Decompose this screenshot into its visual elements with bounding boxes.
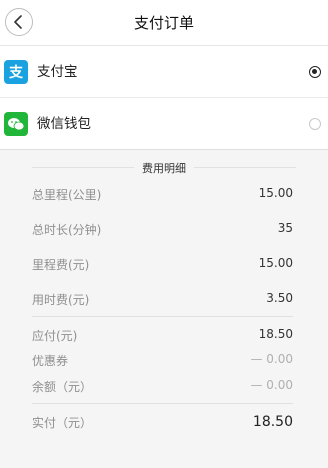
fee-details-heading: 费用明细	[0, 160, 328, 176]
detail-label: 里程费(元)	[32, 258, 90, 272]
summary-row-payable: 应付(元) 18.50	[32, 327, 293, 345]
divider	[32, 316, 293, 317]
payment-method-list: 支 支付宝 微信钱包	[0, 46, 328, 150]
detail-label: 用时费(元)	[32, 293, 90, 307]
svg-text:支: 支	[8, 64, 24, 81]
detail-value: 35	[277, 221, 293, 235]
detail-row-mileage-fee: 里程费(元) 15.00	[32, 256, 293, 274]
payment-order-page: 支付订单 支 支付宝 微信钱包 费用明细 总里程(公里) 15.00 总时长(分…	[0, 0, 328, 468]
header-bar: 支付订单	[0, 0, 328, 46]
total-row: 实付（元） 18.50	[32, 414, 293, 434]
fee-details-heading-text: 费用明细	[134, 162, 194, 175]
summary-value: — 0.00	[250, 378, 293, 392]
payment-option-label: 微信钱包	[37, 116, 91, 132]
page-title: 支付订单	[133, 14, 194, 32]
summary-row-balance: 余额（元） — 0.00	[32, 378, 293, 396]
payment-option-alipay[interactable]: 支 支付宝	[0, 46, 328, 98]
detail-label: 总里程(公里)	[32, 188, 102, 202]
total-value: 18.50	[252, 414, 293, 430]
alipay-icon: 支	[4, 60, 28, 84]
wechat-icon	[4, 112, 28, 136]
total-label: 实付（元）	[32, 416, 93, 430]
fee-details: 费用明细 总里程(公里) 15.00 总时长(分钟) 35 里程费(元) 15.…	[0, 150, 328, 468]
detail-value: 15.00	[258, 256, 293, 270]
radio-selected-alipay[interactable]	[309, 66, 321, 78]
detail-label: 总时长(分钟)	[32, 223, 102, 237]
summary-label: 余额（元）	[32, 380, 93, 394]
detail-value: 3.50	[266, 291, 293, 305]
detail-row-time-fee: 用时费(元) 3.50	[32, 291, 293, 309]
summary-row-coupon: 优惠券 — 0.00	[32, 352, 293, 370]
radio-unselected-wechat[interactable]	[309, 118, 321, 130]
payment-option-wechat[interactable]: 微信钱包	[0, 98, 328, 150]
summary-label: 优惠券	[32, 354, 69, 368]
payment-option-label: 支付宝	[37, 64, 78, 80]
summary-value: — 0.00	[250, 352, 293, 366]
divider	[32, 403, 293, 404]
detail-value: 15.00	[258, 186, 293, 200]
summary-value: 18.50	[258, 327, 293, 341]
detail-row-mileage: 总里程(公里) 15.00	[32, 186, 293, 204]
detail-row-duration: 总时长(分钟) 35	[32, 221, 293, 239]
summary-label: 应付(元)	[32, 329, 78, 343]
